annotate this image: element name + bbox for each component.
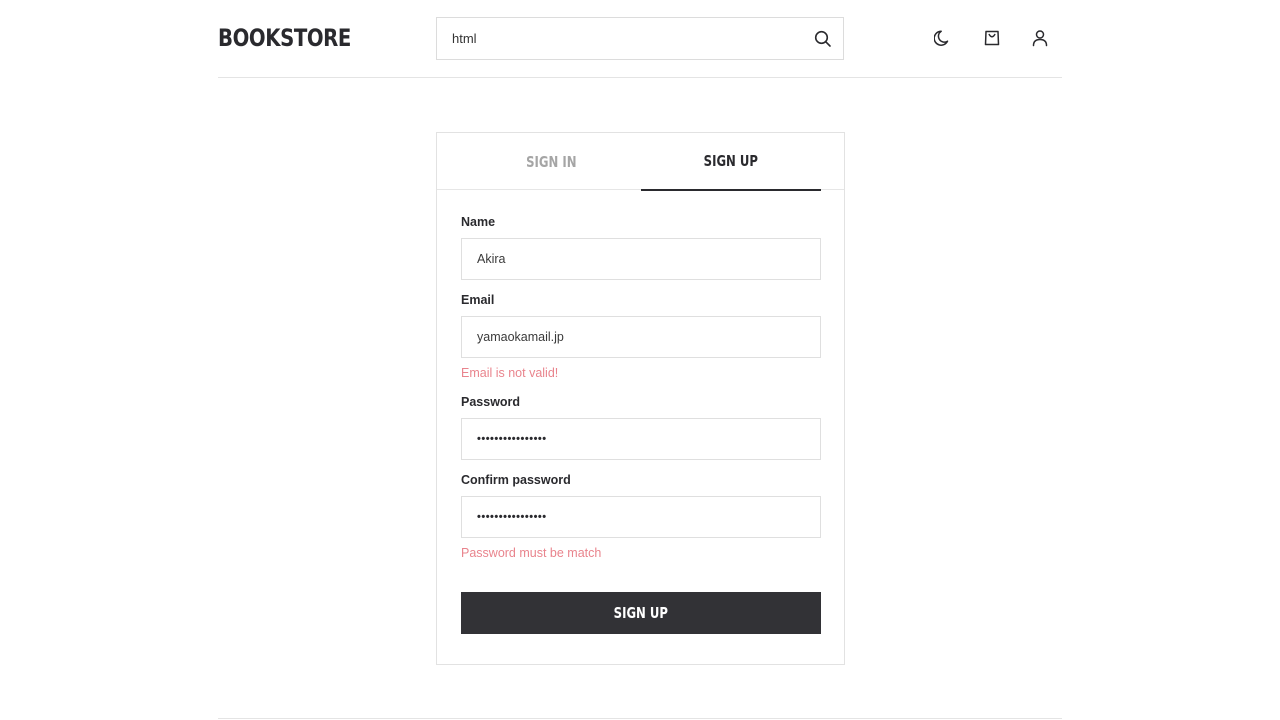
logo[interactable]: BOOKSTORE bbox=[218, 24, 351, 52]
password-field bbox=[461, 418, 821, 460]
auth-card: SIGN IN SIGN UP Name Email Email is not … bbox=[436, 132, 845, 665]
sign-up-button-label: SIGN UP bbox=[613, 604, 669, 622]
search-box bbox=[436, 17, 844, 60]
email-error: Email is not valid! bbox=[461, 366, 559, 380]
password-input[interactable] bbox=[462, 419, 820, 459]
name-input[interactable] bbox=[462, 239, 820, 279]
confirm-password-field bbox=[461, 496, 821, 538]
site-header: BOOKSTORE bbox=[218, 0, 1062, 78]
email-field bbox=[461, 316, 821, 358]
user-icon[interactable] bbox=[1030, 28, 1050, 48]
auth-tabs: SIGN IN SIGN UP bbox=[437, 133, 844, 191]
confirm-password-input[interactable] bbox=[462, 497, 820, 537]
email-input[interactable] bbox=[462, 317, 820, 357]
name-label: Name bbox=[461, 215, 496, 229]
confirm-password-error: Password must be match bbox=[461, 546, 602, 560]
footer-divider bbox=[218, 718, 1062, 719]
tab-sign-up[interactable]: SIGN UP bbox=[641, 133, 821, 191]
shopping-bag-icon[interactable] bbox=[982, 28, 1002, 48]
moon-icon[interactable] bbox=[933, 28, 953, 48]
tab-sign-in-label: SIGN IN bbox=[525, 152, 577, 171]
email-label: Email bbox=[461, 293, 495, 307]
search-icon[interactable] bbox=[813, 29, 833, 49]
confirm-password-label: Confirm password bbox=[461, 473, 571, 487]
password-label: Password bbox=[461, 395, 521, 409]
tab-sign-in[interactable]: SIGN IN bbox=[461, 133, 641, 190]
page: BOOKSTORE html SIGN IN SIGN UP Name Akir… bbox=[0, 0, 1280, 720]
tab-sign-up-label: SIGN UP bbox=[703, 152, 759, 170]
sign-up-button[interactable]: SIGN UP bbox=[461, 592, 821, 634]
search-input[interactable] bbox=[437, 18, 797, 59]
name-field bbox=[461, 238, 821, 280]
